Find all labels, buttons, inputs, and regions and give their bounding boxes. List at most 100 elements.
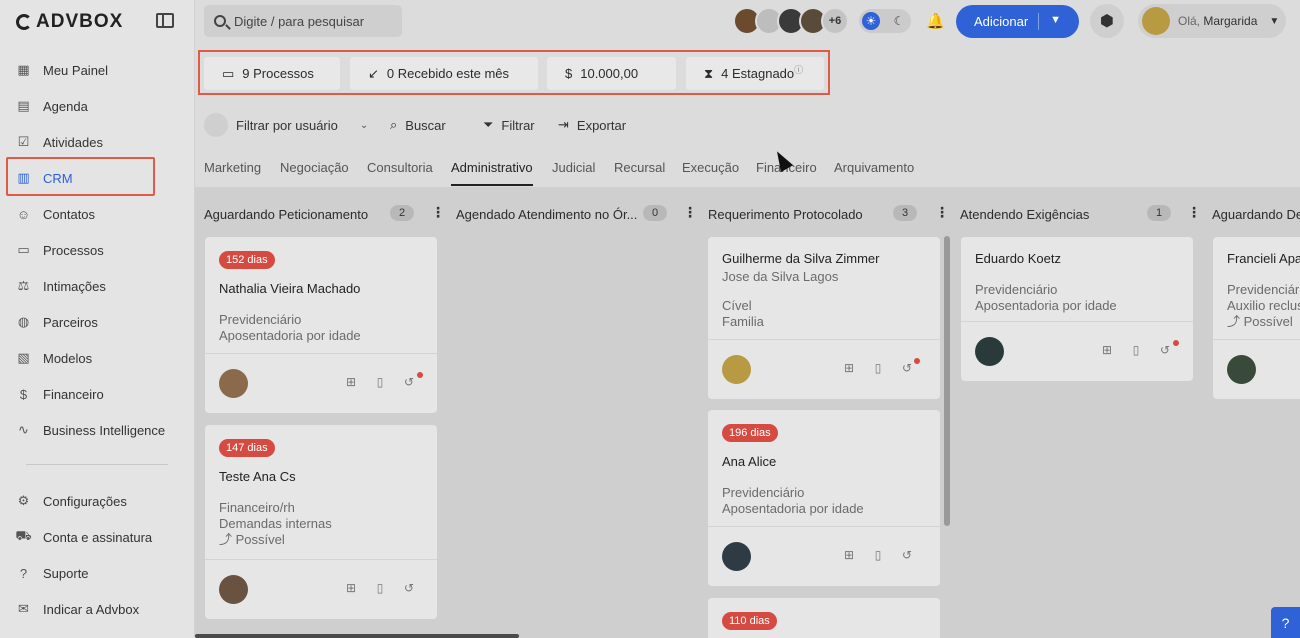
avatar[interactable] (1227, 355, 1256, 384)
notification-dot (1173, 340, 1179, 346)
add-task-icon[interactable]: ⊞ (1100, 343, 1114, 357)
summary-recebido[interactable]: ↙ 0 Recebido este mês (350, 57, 538, 90)
theme-toggle[interactable]: ☀ ☾ (859, 9, 911, 33)
info-icon[interactable]: ⓘ (794, 63, 803, 76)
deal-card[interactable]: 147 dias Teste Ana Cs Financeiro/rh Dema… (205, 425, 437, 619)
filter-user-dropdown[interactable]: Filtrar por usuário ⌄ (204, 113, 368, 137)
moon-icon: ☾ (893, 14, 905, 28)
folder-icon: ▭ (17, 242, 30, 257)
history-icon[interactable]: ↺ (402, 581, 416, 595)
avatars-more-badge[interactable]: +6 (821, 7, 849, 35)
days-badge: 196 dias (722, 424, 778, 442)
sidebar-item-indicar[interactable]: ✉ Indicar a Advbox (8, 591, 186, 627)
sidebar-item-label: Modelos (43, 350, 93, 366)
history-icon[interactable]: ↺ (402, 375, 416, 389)
kebab-icon[interactable]: ⋮ (683, 205, 697, 221)
avatar[interactable] (722, 542, 751, 571)
avatar[interactable] (722, 355, 751, 384)
filtrar-label: Filtrar (501, 117, 535, 133)
exportar-button[interactable]: ⇥ Exportar (558, 117, 626, 133)
deal-card[interactable]: 110 dias (708, 598, 940, 638)
sidebar-item-agenda[interactable]: ▤ Agenda (8, 88, 186, 124)
document-icon[interactable]: ▯ (871, 548, 885, 562)
advbox-logo[interactable]: ADVBOX (16, 11, 123, 32)
sidebar-item-label: Suporte (43, 565, 89, 581)
sidebar-item-business-intelligence[interactable]: ∿ Business Intelligence (8, 412, 186, 448)
column-count: 3 (893, 205, 917, 221)
subject-text: Aposentadoria por idade (219, 328, 361, 343)
summary-processos-text: 9 Processos (242, 66, 314, 81)
deal-card[interactable]: Francieli Apa Previdenciário Auxilio rec… (1213, 237, 1300, 399)
sidebar-collapse-icon[interactable] (156, 13, 174, 28)
tab-marketing[interactable]: Marketing (204, 158, 261, 186)
bell-icon[interactable]: 🔔 (926, 12, 945, 30)
area-text: Previdenciário (219, 312, 302, 327)
deal-card[interactable]: 152 dias Nathalia Vieira Machado Previde… (205, 237, 437, 413)
filtrar-button[interactable]: ⏷ Filtrar (483, 117, 535, 133)
kebab-icon[interactable]: ⋮ (935, 205, 949, 221)
sidebar-item-intimacoes[interactable]: ⚖ Intimações (8, 268, 186, 304)
buscar-button[interactable]: ⌕ Buscar (390, 117, 446, 133)
tab-administrativo[interactable]: Administrativo (451, 158, 533, 186)
history-icon[interactable]: ↺ (1158, 343, 1172, 357)
tab-negociacao[interactable]: Negociação (280, 158, 349, 186)
user-menu[interactable]: Olá, Margarida ▼ (1138, 4, 1286, 38)
search-input[interactable]: Digite / para pesquisar (204, 5, 402, 37)
deal-card[interactable]: Guilherme da Silva Zimmer Jose da Silva … (708, 237, 940, 399)
sidebar-item-label: Financeiro (43, 386, 104, 402)
tab-arquivamento[interactable]: Arquivamento (834, 158, 914, 186)
deal-card[interactable]: Eduardo Koetz Previdenciário Aposentador… (961, 237, 1193, 381)
add-button[interactable]: Adicionar ▼ (956, 5, 1079, 38)
sidebar-item-configuracoes[interactable]: ⚙ Configurações (8, 483, 186, 519)
sidebar-item-financeiro[interactable]: $ Financeiro (8, 376, 186, 412)
history-icon[interactable]: ↺ (900, 548, 914, 562)
kebab-icon[interactable]: ⋮ (1187, 205, 1201, 221)
add-task-icon[interactable]: ⊞ (344, 581, 358, 595)
board-scrollbar[interactable] (195, 634, 519, 638)
history-icon[interactable]: ↺ (900, 361, 914, 375)
apps-icon[interactable]: ⬢ (1090, 4, 1124, 38)
search-placeholder: Digite / para pesquisar (234, 13, 365, 29)
avatar[interactable] (975, 337, 1004, 366)
chevron-down-icon: ⌄ (359, 119, 369, 131)
document-icon[interactable]: ▯ (1129, 343, 1143, 357)
column-scrollbar[interactable] (944, 236, 950, 526)
summary-estagnado[interactable]: ⧗ 4 Estagnado ⓘ (686, 57, 824, 90)
add-task-icon[interactable]: ⊞ (344, 375, 358, 389)
column-count: 0 (643, 205, 667, 221)
document-icon[interactable]: ▯ (871, 361, 885, 375)
summary-processos[interactable]: ▭ 9 Processos (204, 57, 340, 90)
sidebar-item-modelos[interactable]: ▧ Modelos (8, 340, 186, 376)
avatar[interactable] (219, 369, 248, 398)
add-task-icon[interactable]: ⊞ (842, 548, 856, 562)
document-icon[interactable]: ▯ (373, 375, 387, 389)
sidebar-item-label: Contatos (43, 206, 96, 222)
document-icon[interactable]: ▯ (373, 581, 387, 595)
sidebar-item-processos[interactable]: ▭ Processos (8, 232, 186, 268)
tab-consultoria[interactable]: Consultoria (367, 158, 433, 186)
tab-recursal[interactable]: Recursal (614, 158, 665, 186)
tab-judicial[interactable]: Judicial (552, 158, 595, 186)
sidebar-item-meu-painel[interactable]: ▦ Meu Painel (8, 52, 186, 88)
client-subname: Jose da Silva Lagos (722, 269, 839, 284)
sidebar-item-atividades[interactable]: ☑ Atividades (8, 124, 186, 160)
chevron-down-icon: ▼ (1269, 15, 1280, 27)
greeting-text: Olá, (1178, 14, 1204, 28)
exportar-label: Exportar (576, 117, 627, 133)
tab-execucao[interactable]: Execução (682, 158, 739, 186)
chevron-down-icon[interactable]: ▼ (1050, 14, 1061, 26)
calendar-icon: ▤ (17, 98, 30, 113)
sidebar-item-conta[interactable]: ⛟ Conta e assinatura (8, 519, 186, 555)
add-task-icon[interactable]: ⊞ (842, 361, 856, 375)
kebab-icon[interactable]: ⋮ (431, 205, 445, 221)
deal-card[interactable]: 196 dias Ana Alice Previdenciário Aposen… (708, 410, 940, 586)
avatar[interactable] (219, 575, 248, 604)
sidebar-item-suporte[interactable]: ? Suporte (8, 555, 186, 591)
team-avatars[interactable]: +6 (733, 7, 849, 35)
subject-text: Aposentadoria por idade (975, 298, 1117, 313)
sidebar-item-parceiros[interactable]: ◍ Parceiros (8, 304, 186, 340)
help-icon[interactable]: ? (1271, 607, 1300, 638)
summary-valor[interactable]: $ 10.000,00 (547, 57, 676, 90)
sidebar-item-contatos[interactable]: ☺ Contatos (8, 196, 186, 232)
summary-estagnado-text: 4 Estagnado (721, 66, 795, 81)
